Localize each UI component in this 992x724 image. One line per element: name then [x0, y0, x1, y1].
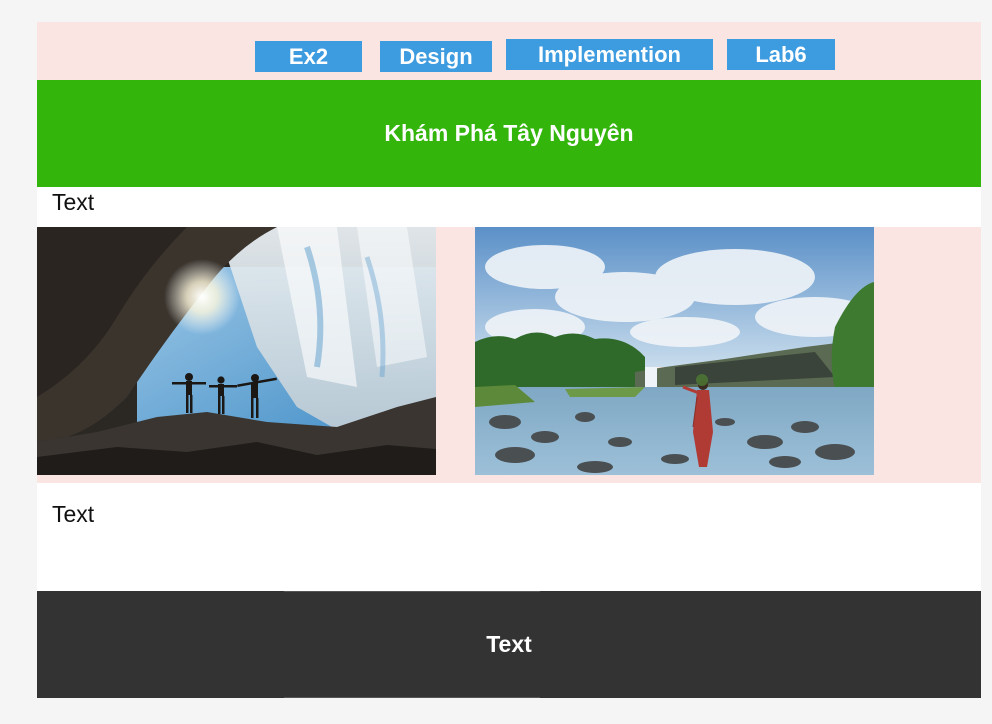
footer-divider-bottom	[284, 697, 540, 698]
river-waterfall-photo	[475, 227, 874, 475]
nav-button-lab6[interactable]: Lab6	[727, 39, 835, 70]
waterfall-cave-photo	[37, 227, 436, 475]
nav-button-ex2[interactable]: Ex2	[255, 41, 362, 72]
nav-button-implemention[interactable]: Implemention	[506, 39, 713, 70]
footer: Text	[37, 591, 981, 698]
image-gallery	[37, 227, 981, 483]
text-block-bottom: Text	[52, 501, 95, 527]
page-frame: Ex2 Design Implemention Lab6 Khám Phá Tâ…	[37, 22, 981, 698]
hero-title: Khám Phá Tây Nguyên	[384, 120, 634, 146]
footer-divider-top	[284, 591, 540, 592]
text-block-top: Text	[52, 189, 95, 215]
footer-label: Text	[486, 631, 532, 657]
nav-button-design[interactable]: Design	[380, 41, 492, 72]
hero-banner: Khám Phá Tây Nguyên	[37, 80, 981, 187]
top-navigation: Ex2 Design Implemention Lab6	[37, 22, 981, 80]
